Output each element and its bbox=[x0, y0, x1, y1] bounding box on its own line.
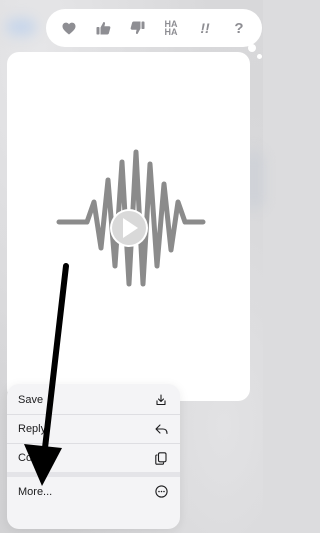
tapback-question[interactable]: ? bbox=[227, 16, 251, 40]
more-ellipsis-icon bbox=[154, 485, 168, 499]
menu-label-save: Save bbox=[18, 394, 44, 406]
menu-item-reply[interactable]: Reply bbox=[7, 415, 180, 444]
menu-item-save[interactable]: Save bbox=[7, 386, 180, 415]
blurred-bubble bbox=[6, 18, 36, 36]
copy-icon bbox=[154, 451, 168, 465]
question-label: ? bbox=[234, 19, 244, 37]
tapback-reaction-bar: HA HA !! ? bbox=[46, 9, 262, 47]
tapback-like[interactable] bbox=[91, 16, 115, 40]
tapback-dislike[interactable] bbox=[125, 16, 149, 40]
menu-label-copy: Copy bbox=[18, 452, 44, 464]
tapback-laugh[interactable]: HA HA bbox=[159, 16, 183, 40]
heart-icon bbox=[62, 22, 76, 34]
menu-item-more[interactable]: More... bbox=[7, 477, 180, 506]
context-menu: Save Reply Copy More... bbox=[7, 384, 180, 529]
laugh-label-bottom: HA bbox=[164, 27, 178, 37]
save-download-icon bbox=[154, 393, 168, 407]
thumbs-up-icon bbox=[96, 21, 110, 35]
emphasize-label: !! bbox=[200, 20, 210, 36]
audio-message-card[interactable] bbox=[7, 52, 250, 401]
tapback-tail bbox=[257, 54, 262, 59]
menu-label-reply: Reply bbox=[18, 423, 47, 435]
audio-waveform-icon bbox=[56, 149, 206, 287]
reply-arrow-icon bbox=[154, 422, 168, 436]
tapback-heart[interactable] bbox=[57, 16, 81, 40]
menu-item-copy[interactable]: Copy bbox=[7, 444, 180, 477]
menu-label-more: More... bbox=[18, 485, 53, 498]
tapback-tail bbox=[248, 44, 256, 52]
tapback-emphasize[interactable]: !! bbox=[193, 16, 217, 40]
thumbs-down-icon bbox=[130, 21, 144, 35]
